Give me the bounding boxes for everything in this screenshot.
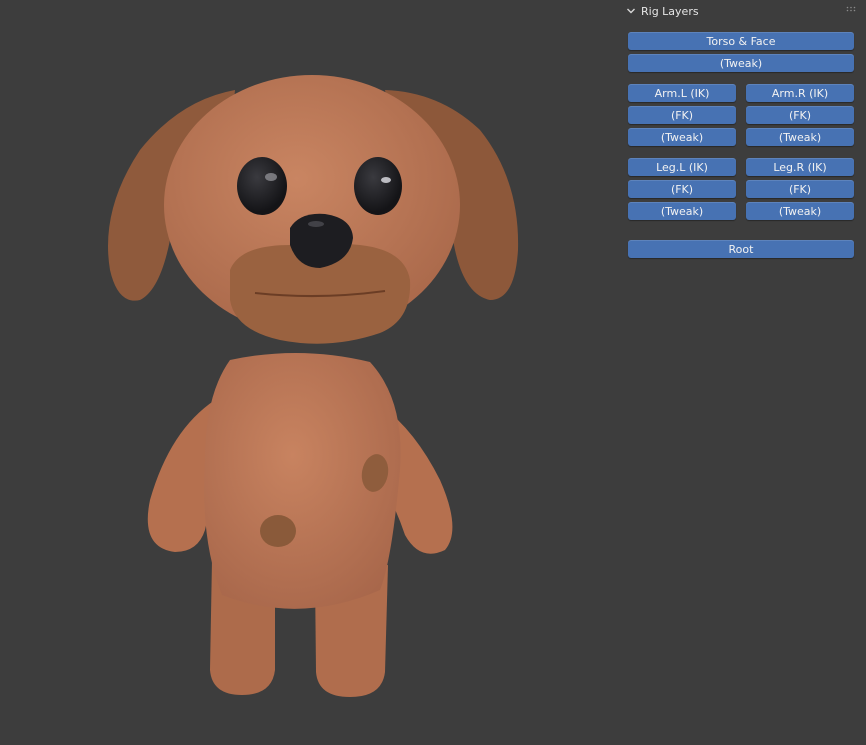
leg-r-ik-button[interactable]: Leg.R (IK) <box>746 158 854 176</box>
leg-l-tweak-button[interactable]: (Tweak) <box>628 202 736 220</box>
dog-eye-right <box>354 157 402 215</box>
leg-l-ik-button[interactable]: Leg.L (IK) <box>628 158 736 176</box>
dog-eye-left <box>237 157 287 215</box>
torso-face-button[interactable]: Torso & Face <box>628 32 854 50</box>
arm-l-tweak-button[interactable]: (Tweak) <box>628 128 736 146</box>
leg-r-fk-button[interactable]: (FK) <box>746 180 854 198</box>
arm-l-fk-button[interactable]: (FK) <box>628 106 736 124</box>
rig-layers-panel: Rig Layers Torso & Face (Tweak) Arm.L (I… <box>620 0 866 270</box>
dog-spot-large <box>260 515 296 547</box>
arm-r-ik-button[interactable]: Arm.R (IK) <box>746 84 854 102</box>
grip-icon[interactable] <box>846 6 856 12</box>
panel-title: Rig Layers <box>641 4 699 18</box>
panel-header[interactable]: Rig Layers <box>626 3 699 19</box>
arm-r-fk-button[interactable]: (FK) <box>746 106 854 124</box>
arm-l-ik-button[interactable]: Arm.L (IK) <box>628 84 736 102</box>
chevron-down-icon[interactable] <box>626 6 636 16</box>
root-button[interactable]: Root <box>628 240 854 258</box>
leg-l-fk-button[interactable]: (FK) <box>628 180 736 198</box>
leg-r-tweak-button[interactable]: (Tweak) <box>746 202 854 220</box>
torso-tweak-button[interactable]: (Tweak) <box>628 54 854 72</box>
arm-r-tweak-button[interactable]: (Tweak) <box>746 128 854 146</box>
